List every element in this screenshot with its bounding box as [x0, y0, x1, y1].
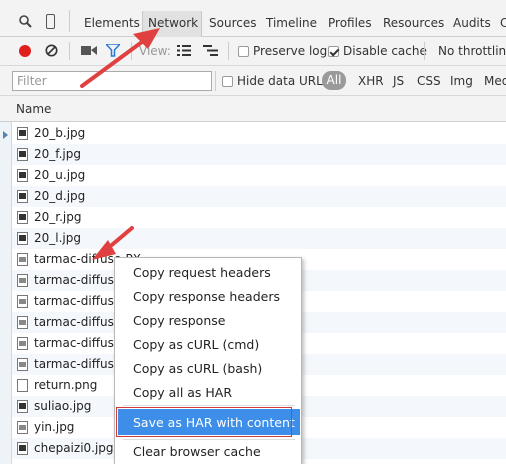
annotation-arrows: [80, 28, 160, 260]
arrow-to-network-tab: [80, 28, 160, 88]
devtools-window: Elements Network Sources Timeline Profil…: [0, 0, 506, 464]
arrow-to-request-row: [92, 226, 134, 260]
